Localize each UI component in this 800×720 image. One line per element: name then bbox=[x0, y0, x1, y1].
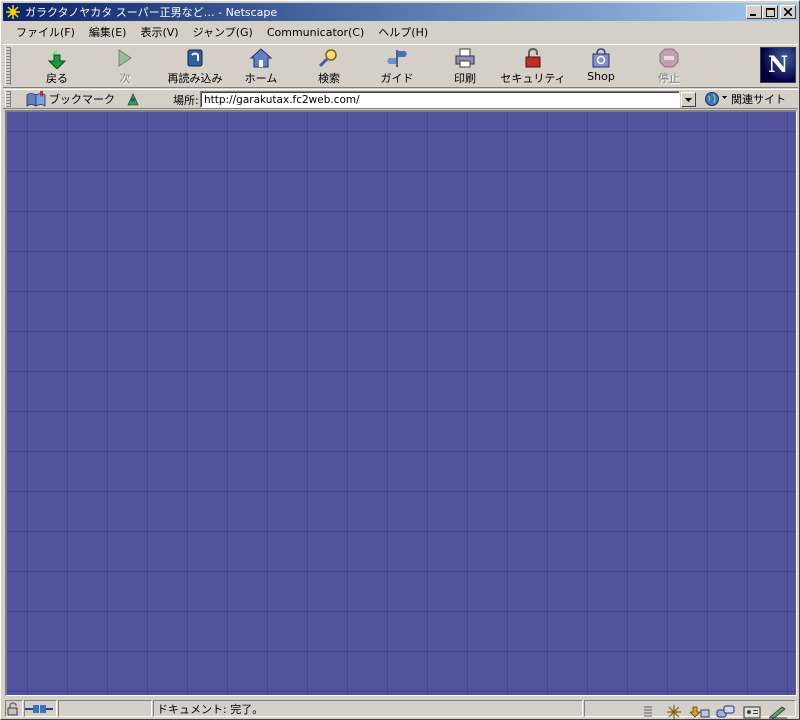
bookmarks-label: ブックマーク bbox=[49, 93, 115, 106]
back-label: 戻る bbox=[46, 72, 68, 85]
chevron-down-icon bbox=[685, 97, 692, 102]
title-bar[interactable]: ガラクタノヤカタ スーパー正男など… - Netscape bbox=[3, 3, 798, 21]
shop-label: Shop bbox=[587, 70, 615, 83]
newsgroups-component-icon[interactable] bbox=[713, 704, 739, 720]
browser-window: ガラクタノヤカタ スーパー正男など… - Netscape ファイル(F) 編集… bbox=[0, 0, 800, 720]
related-sites-icon bbox=[705, 92, 727, 106]
security-label: セキュリティ bbox=[500, 72, 566, 85]
security-lock-status-icon bbox=[7, 701, 18, 715]
navigator-component-icon[interactable] bbox=[661, 704, 687, 720]
plug-icon bbox=[25, 704, 53, 713]
home-icon bbox=[249, 48, 273, 68]
reload-label: 再読み込み bbox=[167, 72, 223, 85]
netscape-logo[interactable]: N bbox=[760, 47, 796, 83]
forward-label: 次 bbox=[119, 72, 131, 85]
printer-icon bbox=[455, 48, 475, 68]
related-sites-button[interactable]: 関連サイト bbox=[703, 91, 786, 107]
location-label: 場所: bbox=[173, 94, 199, 107]
maximize-button[interactable] bbox=[762, 5, 778, 19]
search-button[interactable]: 検索 bbox=[295, 47, 363, 87]
home-button[interactable]: ホーム bbox=[227, 47, 295, 87]
reload-icon bbox=[187, 49, 203, 67]
menu-view[interactable]: 表示(V) bbox=[133, 24, 185, 40]
toolbar-grip[interactable] bbox=[5, 47, 11, 85]
forward-button[interactable]: 次 bbox=[91, 47, 159, 87]
progress-bar bbox=[58, 700, 152, 717]
address-book-component-icon[interactable] bbox=[739, 704, 765, 720]
shop-button[interactable]: Shop bbox=[567, 47, 635, 87]
composer-component-icon[interactable] bbox=[765, 704, 791, 720]
lock-icon bbox=[525, 47, 541, 68]
close-button[interactable] bbox=[780, 5, 796, 19]
related-sites-label: 関連サイト bbox=[731, 93, 786, 106]
netscape-app-icon[interactable] bbox=[5, 4, 21, 20]
stop-button[interactable]: 停止 bbox=[635, 47, 703, 87]
minimize-button[interactable] bbox=[746, 5, 762, 19]
print-label: 印刷 bbox=[454, 72, 476, 85]
page-proxy-icon[interactable] bbox=[125, 91, 141, 107]
forward-arrow-icon bbox=[118, 49, 132, 67]
netscape-logo-letter: N bbox=[767, 52, 789, 78]
status-message-panel: ドキュメント: 完了。 bbox=[153, 700, 583, 717]
menu-communicator[interactable]: Communicator(C) bbox=[260, 26, 371, 39]
connection-status[interactable] bbox=[24, 700, 57, 717]
url-history-dropdown[interactable] bbox=[681, 92, 696, 107]
bookmarks-icon bbox=[26, 91, 46, 107]
guide-button[interactable]: ガイド bbox=[363, 47, 431, 87]
location-toolbar-grip[interactable] bbox=[5, 91, 11, 107]
home-label: ホーム bbox=[244, 72, 278, 85]
security-status[interactable] bbox=[5, 700, 23, 717]
status-bar: ドキュメント: 完了。 bbox=[3, 698, 798, 720]
search-label: 検索 bbox=[318, 72, 340, 85]
status-message: ドキュメント: 完了。 bbox=[157, 702, 264, 716]
security-button[interactable]: セキュリティ bbox=[499, 47, 567, 87]
menu-file[interactable]: ファイル(F) bbox=[9, 24, 82, 40]
mail-component-icon[interactable] bbox=[687, 704, 713, 720]
location-toolbar: ブックマーク 場所: 関連サイト bbox=[3, 89, 798, 109]
component-bar bbox=[584, 700, 796, 720]
reload-button[interactable]: 再読み込み bbox=[161, 47, 229, 87]
bookmarks-button[interactable]: ブックマーク bbox=[25, 91, 115, 107]
back-button[interactable]: 戻る bbox=[23, 47, 91, 87]
shopping-bag-icon bbox=[592, 48, 610, 68]
stop-icon bbox=[659, 48, 679, 68]
component-bar-grip[interactable] bbox=[635, 704, 661, 720]
print-button[interactable]: 印刷 bbox=[431, 47, 499, 87]
page-content-area[interactable] bbox=[5, 110, 797, 696]
back-arrow-icon bbox=[47, 49, 67, 69]
guide-icon bbox=[387, 50, 407, 67]
menu-edit[interactable]: 編集(E) bbox=[82, 24, 134, 40]
navigation-toolbar: 戻る 次 再読み込み ホーム 検索 ガイド 印刷 セキュリティ Shop 停止 … bbox=[3, 44, 798, 88]
window-title: ガラクタノヤカタ スーパー正男など… - Netscape bbox=[25, 6, 278, 19]
menu-help[interactable]: ヘルプ(H) bbox=[371, 24, 435, 40]
search-icon bbox=[318, 49, 337, 68]
menu-bar: ファイル(F) 編集(E) 表示(V) ジャンプ(G) Communicator… bbox=[3, 22, 798, 42]
stop-label: 停止 bbox=[658, 72, 680, 85]
url-input[interactable] bbox=[200, 91, 680, 108]
menu-go[interactable]: ジャンプ(G) bbox=[186, 24, 260, 40]
guide-label: ガイド bbox=[380, 72, 414, 85]
